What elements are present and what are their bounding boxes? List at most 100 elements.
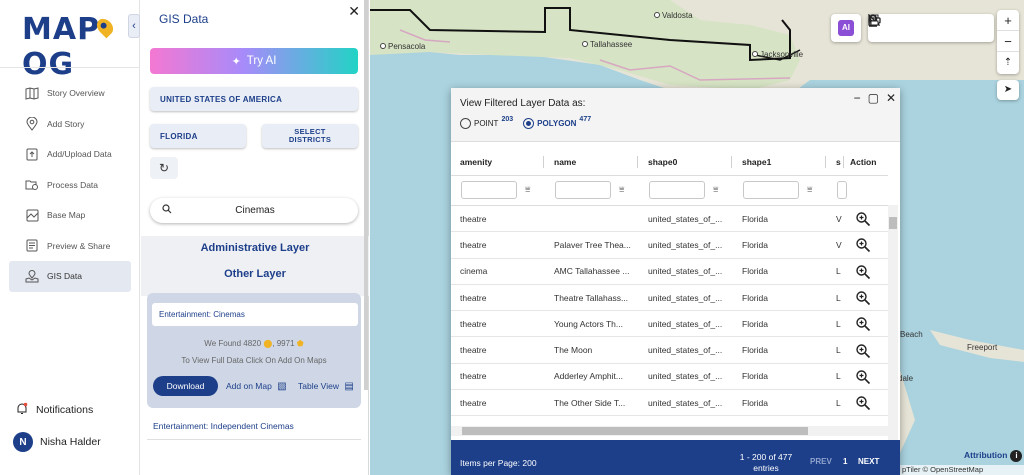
table-cell: L bbox=[836, 345, 841, 356]
sidebar-item-story-overview[interactable]: Story Overview bbox=[9, 78, 131, 109]
sidebar-item-preview-share[interactable]: Preview & Share bbox=[9, 231, 131, 262]
zoom-to-feature-icon[interactable] bbox=[855, 211, 871, 227]
table-row[interactable]: theatre The Other Side T... united_states_… bbox=[451, 390, 888, 417]
filter-input-shape1[interactable] bbox=[743, 181, 799, 199]
table-cell: theatre bbox=[460, 371, 487, 382]
select-districts-button[interactable]: SELECT DISTRICTS bbox=[262, 124, 358, 148]
sidebar-item-add-upload-data[interactable]: Add/Upload Data bbox=[9, 139, 131, 170]
column-divider[interactable] bbox=[731, 156, 732, 168]
sidebar-item-label: GIS Data bbox=[47, 271, 82, 282]
table-row[interactable]: theatre united_states_of_... Florida V bbox=[451, 206, 888, 233]
list-item[interactable]: Entertainment: Independent Cinemas bbox=[153, 421, 294, 431]
attribution-button[interactable]: Attribution i bbox=[964, 450, 1023, 462]
ai-assistant-button[interactable]: AI bbox=[831, 14, 861, 42]
filter-input-shape0[interactable] bbox=[649, 181, 705, 199]
map-toolbar bbox=[868, 14, 994, 42]
sidebar-item-process-data[interactable]: Process Data bbox=[9, 170, 131, 201]
table-cell: theatre bbox=[460, 292, 487, 303]
items-per-page[interactable]: Items per Page: 200 bbox=[460, 458, 537, 468]
prev-page-button[interactable]: PREV bbox=[810, 457, 832, 466]
other-layer-heading[interactable]: Other Layer bbox=[141, 268, 369, 280]
zoom-to-feature-icon[interactable] bbox=[855, 316, 871, 332]
filter-icon[interactable]: ⩸ bbox=[619, 184, 624, 195]
table-cell: Florida bbox=[742, 266, 768, 277]
download-button[interactable]: Download bbox=[153, 376, 218, 396]
table-pagination: Items per Page: 200 1 - 200 of 477 entri… bbox=[451, 440, 900, 475]
point-label[interactable]: POINT bbox=[474, 119, 498, 128]
column-header-amenity[interactable]: amenity bbox=[451, 148, 543, 175]
zoom-out-button[interactable]: − bbox=[997, 31, 1019, 52]
table-horizontal-scrollbar[interactable] bbox=[451, 426, 888, 436]
table-cell: united_states_of_... bbox=[648, 345, 723, 356]
column-header-shape1[interactable]: shape1 bbox=[733, 148, 825, 175]
polygon-label[interactable]: POLYGON bbox=[537, 119, 576, 128]
polygon-radio[interactable] bbox=[523, 118, 535, 129]
table-vertical-scrollbar[interactable] bbox=[888, 205, 898, 443]
column-header-shape0[interactable]: shape0 bbox=[639, 148, 731, 175]
table-row[interactable]: theatre The Moon united_states_of_... Flori… bbox=[451, 338, 888, 364]
next-page-button[interactable]: NEXT bbox=[858, 457, 879, 466]
filter-icon[interactable]: ⩸ bbox=[807, 184, 812, 195]
logo-text-og: OG bbox=[22, 47, 75, 82]
sidebar-item-gis-data[interactable]: GIS Data bbox=[9, 261, 131, 292]
filter-input-amenity[interactable] bbox=[461, 181, 517, 199]
scrollbar-thumb[interactable] bbox=[462, 427, 808, 435]
table-row[interactable]: theatre Theatre Tallahass... united_states… bbox=[451, 285, 888, 312]
column-divider[interactable] bbox=[543, 156, 544, 168]
upload-icon bbox=[25, 147, 39, 161]
reset-icon[interactable]: ↻ bbox=[150, 157, 178, 179]
filter-input-name[interactable] bbox=[555, 181, 611, 199]
table-cell: Florida bbox=[742, 397, 768, 408]
zoom-in-button[interactable]: + bbox=[997, 10, 1019, 31]
user-profile[interactable]: N Nisha Halder bbox=[13, 432, 101, 452]
table-cell: theatre bbox=[460, 345, 487, 356]
polygon-count: 477 bbox=[579, 116, 592, 123]
state-select-button[interactable]: FLORIDA bbox=[150, 124, 246, 148]
try-ai-button[interactable]: ✦ Try AI bbox=[150, 48, 358, 74]
map-place-label: dale bbox=[898, 374, 914, 383]
country-select-button[interactable]: UNITED STATES OF AMERICA bbox=[150, 87, 358, 111]
filter-input-s[interactable] bbox=[837, 181, 847, 199]
filter-icon[interactable]: ⩸ bbox=[713, 184, 718, 195]
close-icon[interactable]: ✕ bbox=[348, 3, 360, 20]
column-divider[interactable] bbox=[825, 156, 826, 168]
collapse-sidebar-button[interactable]: ‹ bbox=[128, 14, 140, 38]
zoom-to-feature-icon[interactable] bbox=[855, 290, 871, 306]
mapog-logo[interactable]: MAPOG bbox=[22, 12, 139, 82]
map-place-label: Beach bbox=[900, 330, 923, 339]
panel-scrollbar[interactable] bbox=[364, 0, 368, 390]
zoom-to-feature-icon[interactable] bbox=[855, 395, 871, 411]
administrative-layer-heading[interactable]: Administrative Layer bbox=[141, 242, 369, 254]
column-header-name[interactable]: name bbox=[545, 148, 637, 175]
filter-icon[interactable]: ⩸ bbox=[525, 184, 530, 195]
point-radio[interactable] bbox=[460, 118, 471, 129]
table-cell: united_states_of_... bbox=[648, 213, 723, 224]
geolocate-icon[interactable]: ➤ bbox=[997, 80, 1019, 100]
table-row[interactable]: theatre Young Actors Th... united_states_o… bbox=[451, 311, 888, 338]
layer-search-input[interactable]: Cinemas bbox=[150, 198, 358, 223]
table-cell: Theatre Tallahass... bbox=[554, 292, 629, 303]
sidebar-item-base-map[interactable]: Base Map bbox=[9, 200, 131, 231]
maximize-icon[interactable]: ▢ bbox=[868, 91, 879, 105]
panel-title: GIS Data bbox=[159, 12, 209, 26]
table-row[interactable]: theatre Adderley Amphit... united_states_o… bbox=[451, 364, 888, 391]
compass-icon[interactable]: ⇡ bbox=[997, 52, 1019, 73]
column-divider[interactable] bbox=[637, 156, 638, 168]
zoom-to-feature-icon[interactable] bbox=[855, 264, 871, 280]
table-row[interactable]: cinema AMC Tallahassee ... united_states_o… bbox=[451, 259, 888, 285]
minimize-icon[interactable]: − bbox=[854, 91, 861, 105]
zoom-to-feature-icon[interactable] bbox=[855, 369, 871, 385]
table-view-button[interactable]: Table View ▤ bbox=[298, 381, 354, 392]
zoom-to-feature-icon[interactable] bbox=[855, 343, 871, 359]
scrollbar-thumb[interactable] bbox=[889, 217, 897, 229]
table-cell: theatre bbox=[460, 397, 487, 408]
table-cell: Florida bbox=[742, 318, 768, 329]
table-row[interactable]: theatre Palaver Tree Thea... united_states… bbox=[451, 232, 888, 259]
sidebar-item-add-story[interactable]: Add Story bbox=[9, 109, 131, 140]
notifications-button[interactable]: Notifications bbox=[16, 402, 93, 418]
zoom-to-feature-icon[interactable] bbox=[855, 237, 871, 253]
sidebar-nav: Story Overview Add Story Add/Upload Data… bbox=[0, 78, 140, 292]
close-icon[interactable]: ✕ bbox=[886, 91, 896, 105]
add-on-map-button[interactable]: Add on Map ▧ bbox=[226, 381, 287, 392]
table-cell: L bbox=[836, 266, 841, 277]
